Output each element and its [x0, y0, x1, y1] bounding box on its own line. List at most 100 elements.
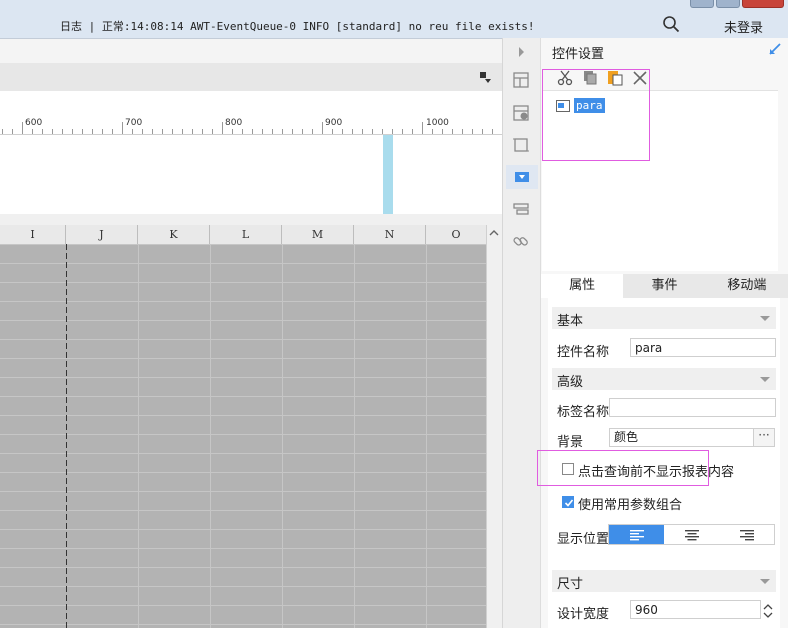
spinner-icon[interactable]	[761, 601, 775, 621]
tag-name-input[interactable]	[609, 398, 776, 417]
use-common-params-label[interactable]: 使用常用参数组合	[578, 494, 682, 513]
form-layout-icon[interactable]	[511, 70, 531, 90]
dropdown-menu-icon[interactable]	[479, 71, 491, 83]
ruler: 600 700 800 900 1000	[0, 117, 503, 135]
check-icon	[564, 499, 574, 507]
ruler-tick	[192, 129, 193, 134]
section-title: 尺寸	[557, 577, 584, 592]
ruler-tick	[282, 129, 283, 134]
ruler-tick	[352, 129, 353, 134]
ruler-tick	[402, 129, 403, 134]
ruler-tick	[462, 129, 463, 134]
maximize-button[interactable]	[716, 0, 740, 8]
align-right-button[interactable]	[719, 525, 774, 544]
ruler-tick	[12, 129, 13, 134]
section-advanced[interactable]: 高级	[552, 368, 776, 390]
login-link[interactable]: 未登录	[724, 17, 763, 36]
ruler-tick	[492, 129, 493, 134]
align-left-icon	[629, 529, 644, 540]
tag-name-label: 标签名称	[557, 405, 610, 420]
ruler-tick	[422, 122, 423, 134]
use-common-params-checkbox[interactable]	[562, 496, 574, 508]
ruler-tick	[452, 129, 453, 134]
ruler-tick	[2, 129, 3, 134]
scroll-up-icon[interactable]	[486, 225, 502, 241]
ruler-tick	[342, 129, 343, 134]
ruler-tick	[142, 129, 143, 134]
ruler-tick	[482, 129, 483, 134]
close-window-button[interactable]	[742, 0, 784, 8]
tab-properties[interactable]: 属性	[541, 274, 624, 298]
display-position-label: 显示位置	[557, 532, 610, 547]
pin-icon[interactable]	[768, 42, 782, 56]
ruler-tick	[22, 122, 23, 134]
ruler-tick	[32, 129, 33, 134]
ruler-label: 1000	[426, 118, 449, 128]
frame-icon[interactable]	[511, 135, 531, 155]
search-icon[interactable]	[662, 15, 680, 33]
design-width-input[interactable]	[630, 600, 761, 619]
form-info-icon[interactable]	[511, 103, 531, 123]
ruler-tick	[72, 129, 73, 134]
minimize-button[interactable]	[690, 0, 714, 8]
ruler-tick	[252, 129, 253, 134]
ruler-tick	[322, 122, 323, 134]
link-icon[interactable]	[511, 231, 531, 251]
ruler-tick	[82, 129, 83, 134]
side-icon-strip	[503, 38, 541, 628]
ruler-tick	[102, 129, 103, 134]
canvas-boundary-marker[interactable]	[383, 135, 393, 214]
annotation-highlight	[537, 450, 709, 486]
align-left-button[interactable]	[609, 525, 664, 544]
column-header[interactable]: O	[426, 225, 486, 244]
column-header[interactable]: L	[210, 225, 282, 244]
ruler-tick	[262, 129, 263, 134]
ruler-tick	[202, 129, 203, 134]
section-size[interactable]: 尺寸	[552, 570, 776, 592]
column-header-row: I J K L M N O	[0, 225, 486, 245]
background-label: 背景	[557, 435, 584, 450]
column-header[interactable]: N	[354, 225, 426, 244]
column-header[interactable]: I	[0, 225, 66, 244]
log-message: 日志 | 正常:14:08:14 AWT-EventQueue-0 INFO […	[60, 20, 535, 33]
ruler-tick	[312, 129, 313, 134]
ruler-tick	[222, 122, 223, 134]
collapse-arrow-icon[interactable]	[511, 42, 531, 62]
cell-grid[interactable]	[0, 244, 486, 628]
ruler-tick	[52, 129, 53, 134]
ruler-tick	[182, 129, 183, 134]
column-header[interactable]: M	[282, 225, 354, 244]
ruler-tick	[92, 129, 93, 134]
ruler-tick	[412, 129, 413, 134]
annotation-highlight	[542, 69, 650, 161]
widget-settings-tab[interactable]	[506, 165, 538, 189]
ruler-tick	[292, 129, 293, 134]
background-value[interactable]: 颜色	[609, 428, 754, 447]
ruler-tick	[372, 129, 373, 134]
ruler-tick	[242, 129, 243, 134]
ruler-label: 700	[125, 118, 143, 128]
ruler-tick	[442, 129, 443, 134]
section-basic[interactable]: 基本	[552, 307, 776, 329]
property-tabs: 属性 事件 移动端	[541, 274, 788, 298]
toolbar-icon[interactable]	[511, 199, 531, 219]
vertical-scrollbar[interactable]	[486, 225, 503, 628]
chevron-down-icon	[760, 579, 770, 584]
column-header[interactable]: K	[138, 225, 210, 244]
ruler-tick	[62, 129, 63, 134]
ruler-tick	[172, 129, 173, 134]
area-divider[interactable]	[0, 214, 503, 225]
widget-name-input[interactable]	[630, 338, 776, 357]
tab-mobile[interactable]: 移动端	[706, 274, 788, 298]
ruler-tick	[392, 129, 393, 134]
ruler-tick	[332, 129, 333, 134]
column-header[interactable]: J	[66, 225, 138, 244]
design-canvas[interactable]	[0, 135, 503, 214]
ruler-tick	[472, 129, 473, 134]
tab-events[interactable]: 事件	[623, 274, 705, 298]
chevron-down-icon	[760, 377, 770, 382]
ruler-label: 800	[225, 118, 243, 128]
align-center-button[interactable]	[664, 525, 719, 544]
more-button[interactable]: ···	[753, 428, 775, 447]
ruler-tick	[152, 129, 153, 134]
